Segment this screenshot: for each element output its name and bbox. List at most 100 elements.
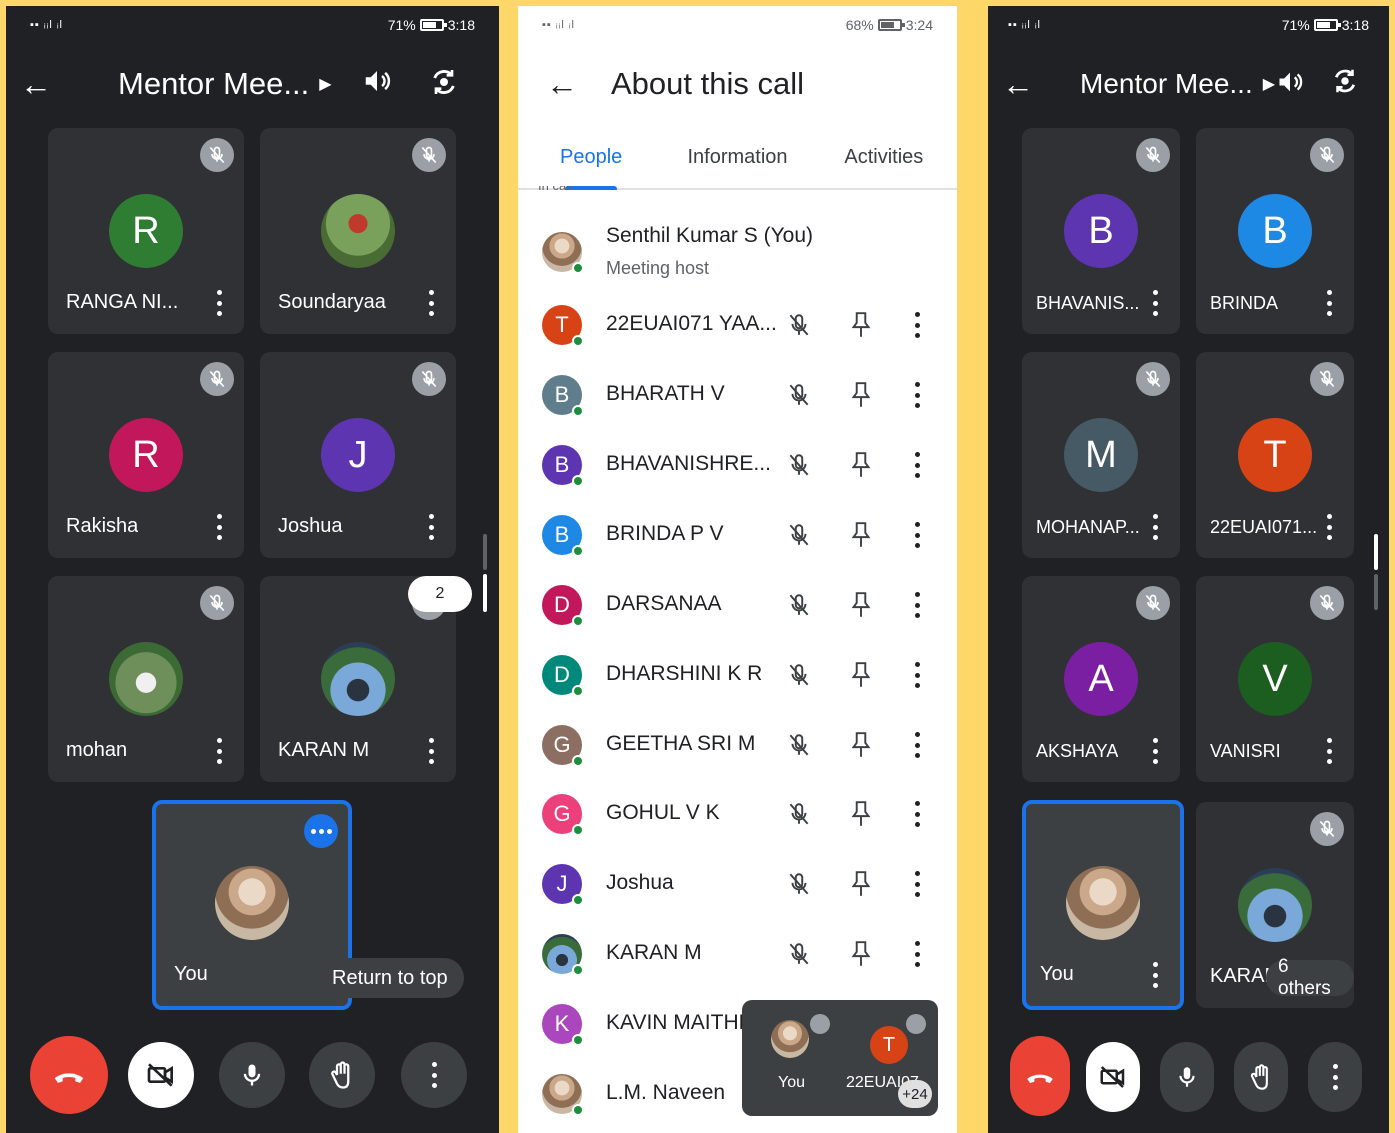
speaker-icon[interactable] xyxy=(1276,68,1304,103)
more-options-icon[interactable] xyxy=(1152,514,1158,540)
participant-tile[interactable]: T 22EUAI071... xyxy=(1196,352,1354,558)
scrollbar[interactable] xyxy=(1374,534,1378,570)
pin-icon[interactable] xyxy=(848,660,874,695)
participant-name: Rakisha xyxy=(66,515,139,537)
back-arrow-icon[interactable]: ← xyxy=(988,66,1048,103)
chevron-right-icon[interactable]: ▶ xyxy=(319,74,331,94)
participant-tile[interactable]: B BHAVANIS... xyxy=(1022,128,1180,334)
end-call-button[interactable] xyxy=(30,1036,108,1114)
participant-tile[interactable]: M MOHANAP... xyxy=(1022,352,1180,558)
pin-icon[interactable] xyxy=(848,869,874,904)
more-options-icon[interactable] xyxy=(216,738,222,764)
more-options-button[interactable] xyxy=(1308,1042,1362,1112)
mic-off-icon[interactable] xyxy=(786,522,812,553)
participant-row[interactable]: B BHAVANISHRE... xyxy=(518,430,957,500)
others-badge[interactable]: 6 others xyxy=(1266,956,1354,999)
page-count-badge[interactable]: 2 xyxy=(408,576,472,612)
microphone-button[interactable] xyxy=(1160,1042,1214,1112)
participant-row[interactable]: G GEETHA SRI M xyxy=(518,710,957,780)
participant-tile[interactable]: J Joshua xyxy=(260,352,456,558)
more-options-icon[interactable] xyxy=(1152,962,1158,988)
pin-icon[interactable] xyxy=(848,799,874,834)
more-options-icon[interactable] xyxy=(216,514,222,540)
mic-off-icon[interactable] xyxy=(786,592,812,623)
more-options-icon[interactable] xyxy=(428,738,434,764)
pin-icon[interactable] xyxy=(848,310,874,345)
tab-information[interactable]: Information xyxy=(664,126,810,188)
more-options-icon[interactable] xyxy=(914,452,920,478)
participant-tile[interactable]: A AKSHAYA xyxy=(1022,576,1180,782)
participant-row[interactable]: T 22EUAI071 YAA... xyxy=(518,290,957,360)
pin-icon[interactable] xyxy=(848,730,874,765)
chevron-right-icon[interactable]: ▶ xyxy=(1263,74,1275,94)
participant-tile[interactable]: B BRINDA xyxy=(1196,128,1354,334)
more-options-icon[interactable] xyxy=(1152,290,1158,316)
more-options-icon[interactable] xyxy=(1326,514,1332,540)
pin-icon[interactable] xyxy=(848,939,874,974)
mic-off-icon[interactable] xyxy=(786,382,812,413)
participant-tile[interactable]: R RANGA NI... xyxy=(48,128,244,334)
camera-off-button[interactable] xyxy=(128,1042,194,1108)
participant-row[interactable]: B BRINDA P V xyxy=(518,500,957,570)
microphone-button[interactable] xyxy=(219,1042,285,1108)
more-options-icon[interactable] xyxy=(914,941,920,967)
mic-off-icon[interactable] xyxy=(786,871,812,902)
more-options-icon[interactable] xyxy=(914,382,920,408)
mic-off-icon[interactable] xyxy=(786,662,812,693)
mic-off-icon[interactable] xyxy=(786,452,812,483)
host-row[interactable]: Senthil Kumar S (You) Meeting host xyxy=(518,218,957,288)
tab-activities[interactable]: Activities xyxy=(811,126,957,188)
camera-off-button[interactable] xyxy=(1086,1042,1140,1112)
raise-hand-button[interactable] xyxy=(1234,1042,1288,1112)
participant-row[interactable]: D DHARSHINI K R xyxy=(518,640,957,710)
pin-icon[interactable] xyxy=(848,450,874,485)
switch-camera-icon[interactable] xyxy=(428,66,460,105)
participant-row[interactable]: J Joshua xyxy=(518,849,957,919)
meeting-title[interactable]: Mentor Mee... xyxy=(1080,68,1253,100)
more-options-icon[interactable] xyxy=(914,732,920,758)
mic-off-icon[interactable] xyxy=(786,801,812,832)
participant-name: AKSHAYA xyxy=(1036,741,1119,761)
more-options-button[interactable] xyxy=(401,1042,467,1108)
scrollbar[interactable] xyxy=(483,574,487,612)
mic-off-icon[interactable] xyxy=(786,312,812,343)
participant-tile[interactable]: V VANISRI xyxy=(1196,576,1354,782)
speaker-icon[interactable] xyxy=(362,66,392,103)
more-options-icon[interactable] xyxy=(914,312,920,338)
participant-row[interactable]: KARAN M xyxy=(518,919,957,989)
others-tile[interactable]: KARAN 6 others xyxy=(1196,802,1354,1008)
more-options-icon[interactable] xyxy=(216,290,222,316)
pin-icon[interactable] xyxy=(848,590,874,625)
return-to-top-button[interactable]: Return to top xyxy=(316,958,464,998)
picture-in-picture[interactable]: You T 22EUAI07 +24 xyxy=(742,1000,938,1116)
participant-row[interactable]: B BHARATH V xyxy=(518,360,957,430)
back-arrow-icon[interactable]: ← xyxy=(6,66,66,103)
more-options-icon[interactable] xyxy=(914,662,920,688)
switch-camera-icon[interactable] xyxy=(1330,66,1360,103)
mic-off-icon[interactable] xyxy=(786,732,812,763)
more-options-icon[interactable] xyxy=(914,871,920,897)
more-options-icon[interactable] xyxy=(1326,738,1332,764)
more-options-icon[interactable] xyxy=(914,592,920,618)
more-options-icon[interactable] xyxy=(428,290,434,316)
more-options-icon[interactable] xyxy=(1152,738,1158,764)
tab-people[interactable]: People xyxy=(518,126,664,188)
meeting-title[interactable]: Mentor Mee... xyxy=(118,66,309,102)
more-options-icon[interactable] xyxy=(1326,290,1332,316)
self-tile[interactable]: You xyxy=(1022,800,1184,1010)
end-call-button[interactable] xyxy=(1010,1036,1070,1116)
pin-icon[interactable] xyxy=(848,380,874,415)
more-options-icon[interactable] xyxy=(914,801,920,827)
pin-icon[interactable] xyxy=(848,520,874,555)
mic-off-icon[interactable] xyxy=(786,941,812,972)
more-options-icon[interactable] xyxy=(428,514,434,540)
participant-tile[interactable]: Soundaryaa xyxy=(260,128,456,334)
back-arrow-icon[interactable]: ← xyxy=(518,66,606,103)
participant-row[interactable]: G GOHUL V K xyxy=(518,779,957,849)
more-options-icon[interactable] xyxy=(914,522,920,548)
participant-tile[interactable]: R Rakisha xyxy=(48,352,244,558)
participant-tile[interactable]: mohan xyxy=(48,576,244,782)
participant-row[interactable]: D DARSANAA xyxy=(518,570,957,640)
more-options-icon[interactable] xyxy=(304,814,338,848)
raise-hand-button[interactable] xyxy=(309,1042,375,1108)
